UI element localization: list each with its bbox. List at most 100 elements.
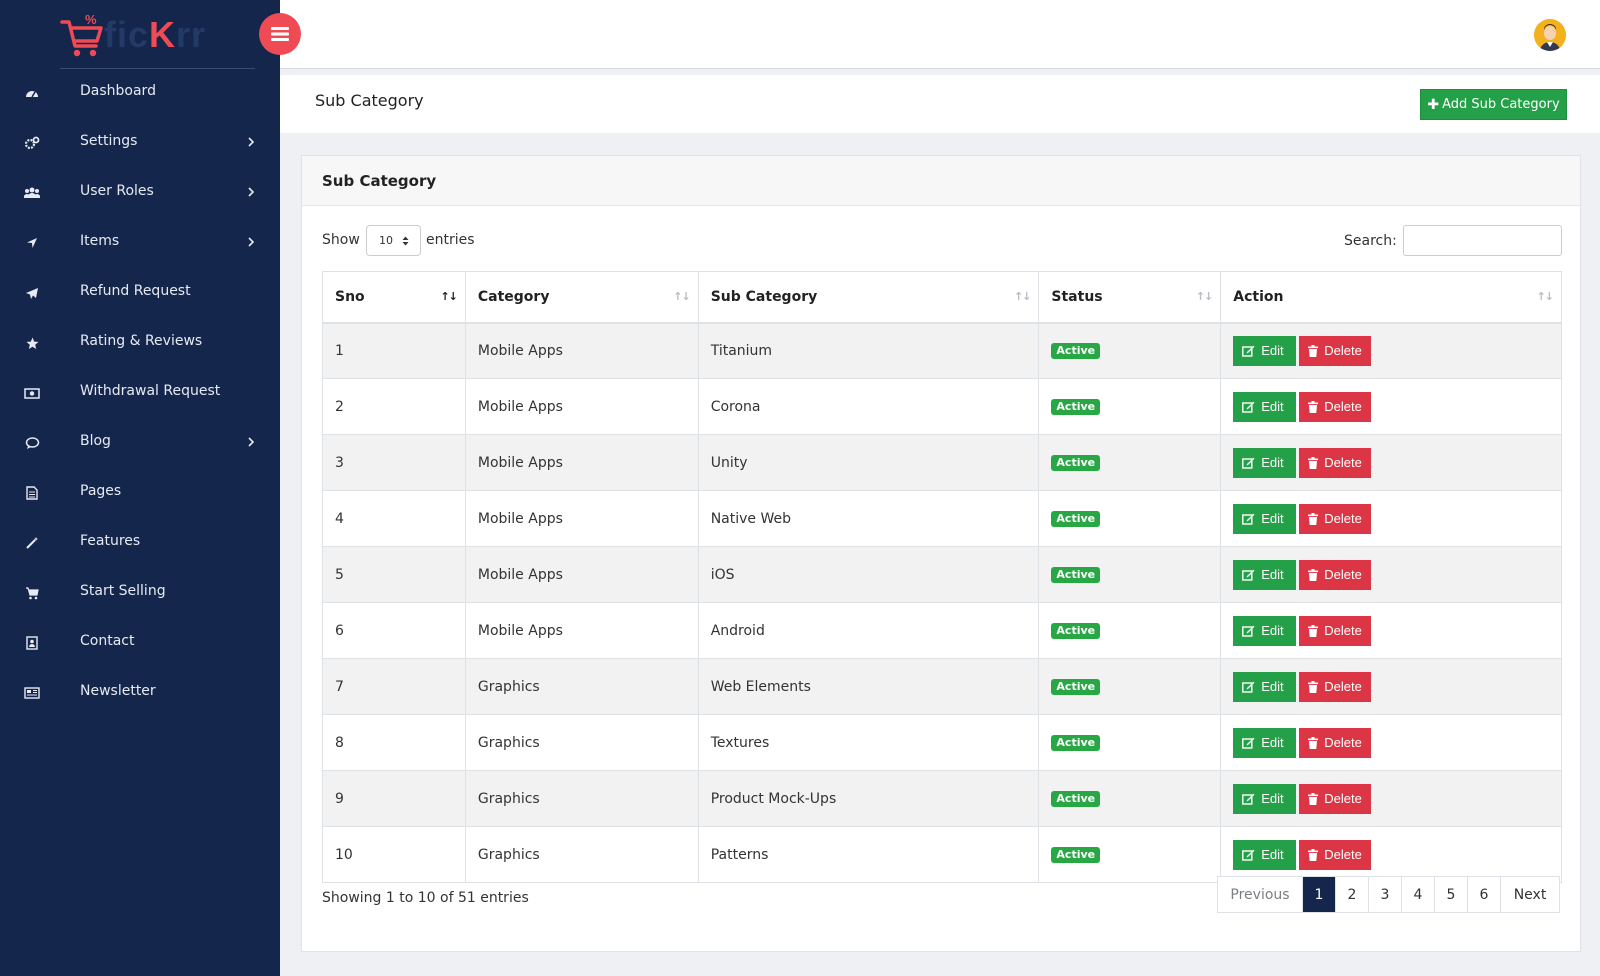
search-input[interactable]: [1403, 225, 1562, 256]
sub-category-table: Sno ↑↓ Category ↑↓ Sub Category ↑↓ Status ↑↓…: [322, 271, 1562, 883]
sidebar-item-newsletter[interactable]: Newsletter: [0, 668, 280, 718]
edit-button[interactable]: Edit: [1233, 447, 1297, 478]
sidebar-item-blog[interactable]: Blog: [0, 418, 280, 468]
table-row: 8 Graphics Textures Active Edit Delete: [322, 714, 1562, 771]
showing-entries-info: Showing 1 to 10 of 51 entries: [322, 890, 529, 906]
column-header-sno[interactable]: Sno ↑↓: [322, 271, 466, 324]
delete-button[interactable]: Delete: [1299, 335, 1372, 366]
delete-button[interactable]: Delete: [1299, 727, 1372, 758]
edit-icon: [1242, 737, 1255, 749]
user-avatar[interactable]: [1534, 19, 1566, 51]
column-header-action[interactable]: Action ↑↓: [1220, 271, 1562, 324]
delete-button[interactable]: Delete: [1299, 559, 1372, 590]
cell-sno: 3: [322, 434, 466, 491]
table-row: 9 Graphics Product Mock-Ups Active Edit Delet…: [322, 770, 1562, 827]
sidebar-item-dashboard[interactable]: Dashboard: [0, 68, 280, 118]
edit-button[interactable]: Edit: [1233, 335, 1297, 366]
pagination-page[interactable]: 2: [1336, 877, 1369, 912]
pagination-next[interactable]: Next: [1501, 877, 1559, 912]
pagination-page[interactable]: 5: [1435, 877, 1468, 912]
cell-category: Mobile Apps: [464, 434, 699, 491]
sidebar-item-features[interactable]: Features: [0, 518, 280, 568]
trash-icon: [1308, 512, 1319, 525]
page-header: Sub Category: [280, 75, 1600, 133]
delete-button[interactable]: Delete: [1299, 783, 1372, 814]
delete-button[interactable]: Delete: [1299, 447, 1372, 478]
paper-plane-icon: [24, 286, 40, 300]
sidebar-item-items[interactable]: Items: [0, 218, 280, 268]
pagination-page[interactable]: 4: [1402, 877, 1435, 912]
delete-button[interactable]: Delete: [1299, 839, 1372, 870]
edit-icon: [1242, 681, 1255, 693]
cell-sub-category: Native Web: [697, 490, 1040, 547]
menu-icon: [271, 27, 289, 41]
cell-status: Active: [1038, 826, 1222, 883]
edit-button[interactable]: Edit: [1233, 727, 1297, 758]
sort-icon: ↑↓: [1013, 290, 1031, 303]
chevron-right-icon: [248, 187, 255, 197]
edit-button[interactable]: Edit: [1233, 839, 1297, 870]
newspaper-icon: [24, 686, 40, 700]
trash-icon: [1308, 680, 1319, 693]
cell-sno: 8: [322, 714, 466, 771]
table-row: 1 Mobile Apps Titanium Active Edit Delete: [322, 322, 1562, 379]
sidebar-item-refund-request[interactable]: Refund Request: [0, 268, 280, 318]
logo[interactable]: % ficKrr: [60, 10, 255, 68]
cell-status: Active: [1038, 714, 1222, 771]
cart-icon: [24, 586, 40, 600]
sidebar-item-rating-reviews[interactable]: Rating & Reviews: [0, 318, 280, 368]
add-sub-category-button[interactable]: ✚ Add Sub Category: [1420, 89, 1567, 120]
trash-icon: [1308, 456, 1319, 469]
svg-text:%: %: [85, 12, 97, 27]
edit-button[interactable]: Edit: [1233, 783, 1297, 814]
users-icon: [24, 186, 40, 200]
delete-button[interactable]: Delete: [1299, 671, 1372, 702]
table-row: 7 Graphics Web Elements Active Edit Delete: [322, 658, 1562, 715]
sidebar-item-withdrawal-request[interactable]: Withdrawal Request: [0, 368, 280, 418]
edit-button[interactable]: Edit: [1233, 503, 1297, 534]
sidebar-item-settings[interactable]: Settings: [0, 118, 280, 168]
page-size-select[interactable]: 10: [366, 225, 421, 256]
status-badge: Active: [1051, 679, 1101, 695]
card-header: Sub Category: [302, 156, 1580, 206]
column-header-category[interactable]: Category ↑↓: [464, 271, 699, 324]
status-badge: Active: [1051, 511, 1101, 527]
edit-button[interactable]: Edit: [1233, 615, 1297, 646]
sort-icon: ↑↓: [1195, 290, 1213, 303]
pagination-previous[interactable]: Previous: [1218, 877, 1303, 912]
gears-icon: [24, 136, 40, 150]
cell-sno: 1: [322, 322, 466, 379]
cell-action: Edit Delete: [1220, 770, 1562, 827]
status-badge: Active: [1051, 455, 1101, 471]
edit-button[interactable]: Edit: [1233, 559, 1297, 590]
location-arrow-icon: [24, 236, 40, 250]
delete-button[interactable]: Delete: [1299, 615, 1372, 646]
cell-sub-category: Unity: [697, 434, 1040, 491]
sidebar-toggle-button[interactable]: [259, 13, 301, 55]
pagination-page[interactable]: 6: [1468, 877, 1501, 912]
cell-sno: 4: [322, 490, 466, 547]
page-title: Sub Category: [315, 91, 424, 110]
pagination-page[interactable]: 1: [1303, 877, 1336, 912]
avatar-icon: [1534, 19, 1566, 51]
sidebar-item-contact[interactable]: Contact: [0, 618, 280, 668]
sidebar-item-pages[interactable]: Pages: [0, 468, 280, 518]
plus-icon: ✚: [1427, 96, 1440, 113]
sidebar: % ficKrr Dashboard Settings User Roles I…: [0, 0, 280, 976]
show-label: Show: [322, 232, 360, 248]
chevron-right-icon: [248, 437, 255, 447]
dashboard-icon: [24, 86, 40, 100]
comment-icon: [24, 436, 40, 450]
cell-sub-category: Android: [697, 602, 1040, 659]
pagination-page[interactable]: 3: [1369, 877, 1402, 912]
sidebar-item-user-roles[interactable]: User Roles: [0, 168, 280, 218]
cell-action: Edit Delete: [1220, 378, 1562, 435]
table-body: 1 Mobile Apps Titanium Active Edit Delete 2 Mob…: [322, 322, 1562, 883]
delete-button[interactable]: Delete: [1299, 391, 1372, 422]
column-header-sub-category[interactable]: Sub Category ↑↓: [697, 271, 1040, 324]
edit-button[interactable]: Edit: [1233, 671, 1297, 702]
column-header-status[interactable]: Status ↑↓: [1038, 271, 1222, 324]
sidebar-item-start-selling[interactable]: Start Selling: [0, 568, 280, 618]
edit-button[interactable]: Edit: [1233, 391, 1297, 422]
delete-button[interactable]: Delete: [1299, 503, 1372, 534]
